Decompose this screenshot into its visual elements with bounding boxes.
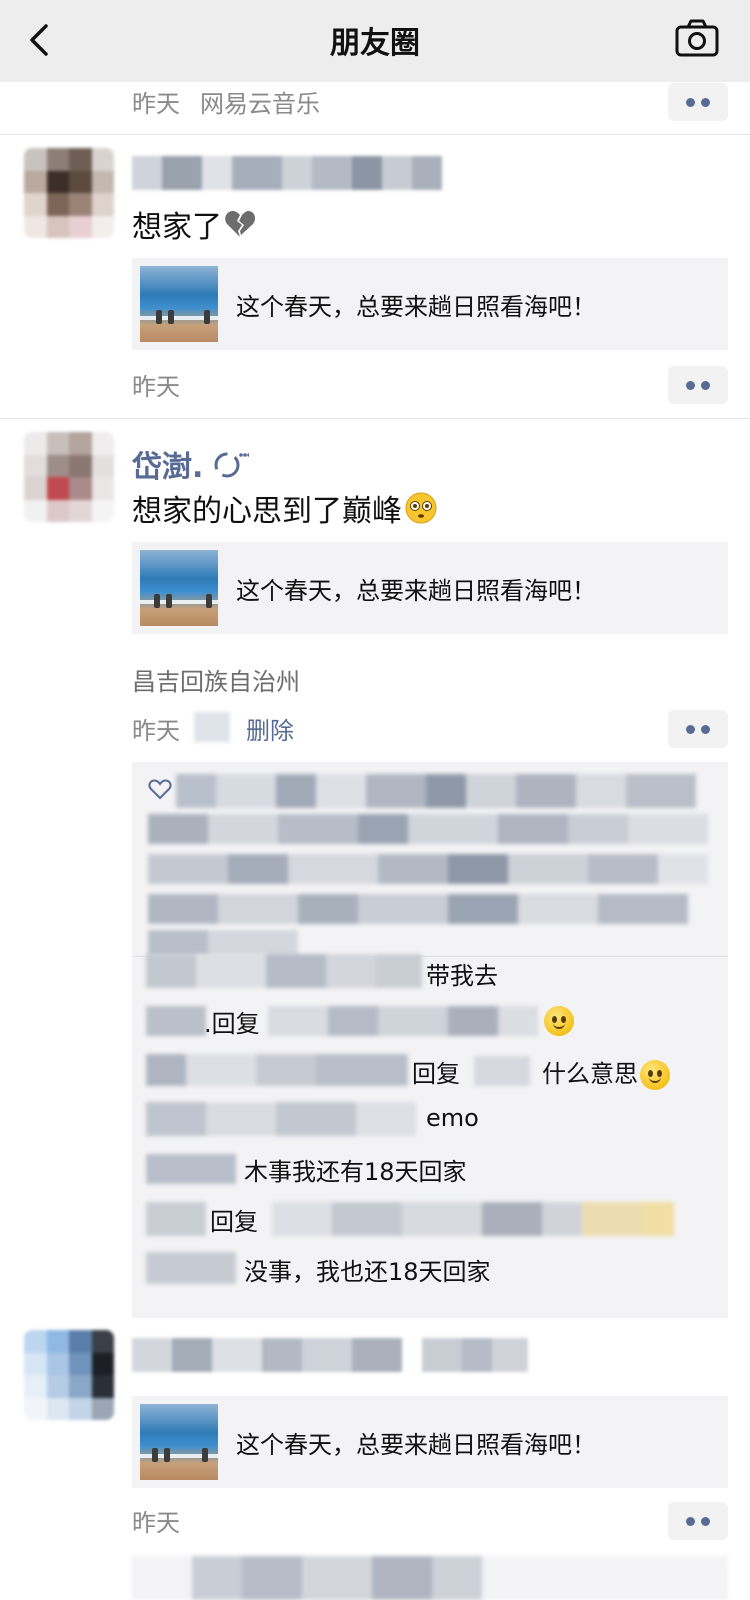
- post-meta: 昨天: [132, 364, 180, 404]
- delete-button[interactable]: 删除: [246, 711, 294, 746]
- link-title: 这个春天，总要来趟日照看海吧！: [236, 576, 596, 605]
- heart-icon: [148, 779, 172, 800]
- more-options-button[interactable]: [668, 710, 728, 748]
- comment-text[interactable]: 带我去: [426, 956, 498, 991]
- link-title: 这个春天，总要来趟日照看海吧！: [236, 1430, 596, 1459]
- comment-reply-label[interactable]: .回复: [204, 1004, 260, 1039]
- navbar: 朋友圈: [0, 0, 750, 82]
- page-title: 朋友圈: [330, 26, 420, 61]
- blurred-privacy-icon[interactable]: [194, 712, 230, 742]
- more-options-button[interactable]: [668, 1502, 728, 1540]
- flushed-face-icon: [405, 492, 437, 524]
- link-title: 这个春天，总要来趟日照看海吧！: [236, 292, 596, 321]
- avatar[interactable]: [24, 148, 114, 238]
- avatar[interactable]: [24, 1330, 114, 1420]
- blurred-likes: [148, 814, 708, 844]
- dot-icon: [701, 380, 710, 390]
- dot-icon: [686, 724, 695, 734]
- blurred-reply-content[interactable]: [268, 1006, 538, 1036]
- post-time: 昨天: [132, 372, 180, 401]
- blurred-likes: [148, 854, 708, 884]
- post-time: 昨天: [132, 1508, 180, 1537]
- dot-icon: [686, 380, 695, 390]
- post-text-content: 想家了: [132, 210, 222, 245]
- username-text: 岱澍.: [132, 450, 204, 485]
- likes-comments-box: 带我去 .回复 回复 什么意思 emo 木事我还有18天回家 回复 没事，我也还…: [132, 762, 728, 1318]
- blurred-commenter[interactable]: [146, 1054, 408, 1086]
- blurred-likes: [148, 894, 688, 924]
- blurred-likes: [176, 774, 696, 808]
- dot-icon: [686, 1516, 695, 1526]
- smile-emoji-icon: [544, 1006, 574, 1036]
- post-meta: 昨天: [132, 1500, 180, 1540]
- link-thumbnail: [140, 266, 218, 342]
- comment-text[interactable]: 什么意思: [542, 1054, 670, 1090]
- comment-reply-label[interactable]: 回复: [412, 1054, 460, 1089]
- post-text-content: 想家的心思到了巅峰: [132, 494, 402, 529]
- dot-icon: [701, 97, 710, 107]
- post-text: 想家的心思到了巅峰: [132, 488, 437, 529]
- status-icon[interactable]: [209, 449, 250, 479]
- blurred-commenter[interactable]: [146, 1102, 416, 1136]
- link-thumbnail: [140, 550, 218, 626]
- link-thumbnail: [140, 1404, 218, 1480]
- camera-icon[interactable]: [674, 18, 720, 60]
- blurred-username[interactable]: [132, 156, 442, 190]
- blurred-commenter[interactable]: [146, 954, 422, 988]
- comment-text[interactable]: 木事我还有18天回家: [244, 1152, 467, 1187]
- avatar[interactable]: [24, 432, 114, 522]
- blurred-commenter[interactable]: [146, 1252, 236, 1284]
- post-time: 昨天: [132, 716, 180, 745]
- dot-icon: [701, 1516, 710, 1526]
- username[interactable]: 岱澍.: [132, 444, 250, 485]
- more-options-button[interactable]: [668, 83, 728, 121]
- post-meta: 昨天 网易云音乐: [132, 81, 320, 121]
- divider: [0, 134, 750, 135]
- link-card[interactable]: 这个春天，总要来趟日照看海吧！: [132, 1396, 728, 1488]
- link-card[interactable]: 这个春天，总要来趟日照看海吧！: [132, 542, 728, 634]
- blurred-reply-target[interactable]: [474, 1056, 530, 1086]
- post-source[interactable]: 网易云音乐: [200, 84, 320, 119]
- blurred-commenter[interactable]: [146, 1154, 236, 1184]
- next-comment-box-partial: [132, 1556, 728, 1600]
- comment-text[interactable]: 没事，我也还18天回家: [244, 1252, 491, 1287]
- link-card[interactable]: 这个春天，总要来趟日照看海吧！: [132, 258, 728, 350]
- divider: [0, 1318, 750, 1319]
- blurred-commenter[interactable]: [146, 1202, 206, 1236]
- dot-icon: [686, 97, 695, 107]
- smile-emoji-icon: [640, 1060, 670, 1090]
- post-text: 想家了: [132, 204, 256, 245]
- blurred-username[interactable]: [132, 1338, 528, 1372]
- comment-reply-label[interactable]: 回复: [210, 1202, 258, 1237]
- blurred-reply-content[interactable]: [272, 1202, 674, 1236]
- comment-text-content: 什么意思: [542, 1060, 638, 1088]
- post-location[interactable]: 昌吉回族自治州: [132, 662, 300, 697]
- post-time: 昨天: [132, 89, 180, 118]
- blurred-commenter[interactable]: [146, 1006, 206, 1036]
- blurred-likes: [148, 930, 298, 956]
- comment-text[interactable]: emo: [426, 1104, 479, 1132]
- broken-heart-icon: [225, 211, 256, 237]
- more-options-button[interactable]: [668, 366, 728, 404]
- divider: [0, 418, 750, 419]
- dot-icon: [701, 724, 710, 734]
